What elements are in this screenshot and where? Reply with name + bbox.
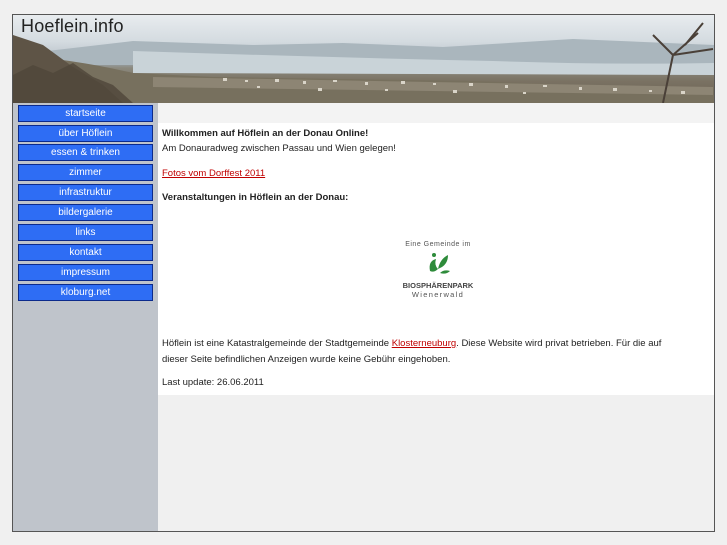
nav-essen-trinken[interactable]: essen & trinken xyxy=(18,144,153,161)
nav-kontakt[interactable]: kontakt xyxy=(18,244,153,261)
nav-zimmer[interactable]: zimmer xyxy=(18,164,153,181)
welcome-heading: Willkommen auf Höflein an der Donau Onli… xyxy=(162,128,369,139)
page-frame: Hoeflein.info startseite über Höflein es… xyxy=(12,14,715,532)
logo-top-text: Eine Gemeinde im xyxy=(405,241,471,248)
info-text-part2: . Diese Website wird privat betrieben. F… xyxy=(456,338,662,349)
site-title: Hoeflein.info xyxy=(21,16,124,36)
nav-links[interactable]: links xyxy=(18,224,153,241)
info-paragraph-line2: dieser Seite befindlichen Anzeigen wurde… xyxy=(162,354,451,365)
sidebar-nav: startseite über Höflein essen & trinken … xyxy=(13,103,158,531)
content-top-strip xyxy=(158,103,714,123)
logo-subtitle-text: Wienerwald xyxy=(411,290,465,299)
logo-name-text: BIOSPHÄRENPARK xyxy=(402,281,474,290)
nav-kloburg[interactable]: kloburg.net xyxy=(18,284,153,301)
info-text-part1: Höflein ist eine Katastralgemeinde der S… xyxy=(162,338,392,349)
nav-ueber-hoeflein[interactable]: über Höflein xyxy=(18,125,153,142)
last-update-text: Last update: 26.06.2011 xyxy=(162,377,264,388)
content-bottom-area xyxy=(158,395,714,531)
klosterneuburg-link[interactable]: Klosterneuburg xyxy=(392,338,456,349)
biosphere-leaf-icon xyxy=(429,253,450,274)
nav-bildergalerie[interactable]: bildergalerie xyxy=(18,204,153,221)
biosphaerenpark-logo[interactable]: Eine Gemeinde im BIOSPHÄRENPARK Wienerwa… xyxy=(388,241,488,307)
nav-startseite[interactable]: startseite xyxy=(18,105,153,122)
events-heading: Veranstaltungen in Höflein an der Donau: xyxy=(162,192,349,203)
nav-impressum[interactable]: impressum xyxy=(18,264,153,281)
welcome-subtitle: Am Donauradweg zwischen Passau und Wien … xyxy=(162,143,396,154)
dorffest-photos-link[interactable]: Fotos vom Dorffest 2011 xyxy=(162,168,265,179)
main-content: Willkommen auf Höflein an der Donau Onli… xyxy=(158,123,714,395)
info-paragraph-line1: Höflein ist eine Katastralgemeinde der S… xyxy=(162,338,661,349)
header-banner: Hoeflein.info xyxy=(13,15,714,103)
nav-infrastruktur[interactable]: infrastruktur xyxy=(18,184,153,201)
